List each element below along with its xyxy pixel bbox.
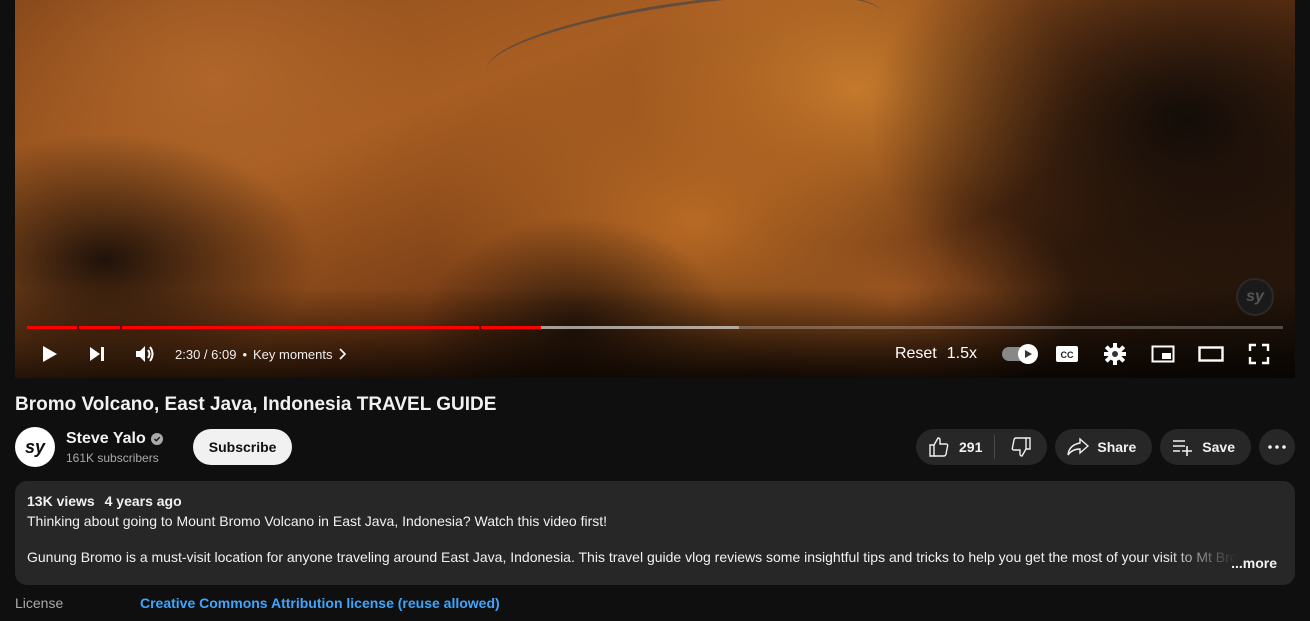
reset-speed-button[interactable]: Reset — [895, 345, 937, 363]
volume-icon — [136, 346, 154, 362]
more-actions-button[interactable] — [1259, 429, 1295, 465]
captions-icon: CC — [1056, 346, 1078, 362]
license-row: License Creative Commons Attribution lic… — [15, 595, 500, 611]
save-button[interactable]: Save — [1160, 429, 1251, 465]
upload-age: 4 years ago — [104, 493, 182, 509]
mute-button[interactable] — [121, 336, 169, 372]
progress-bar[interactable] — [27, 326, 1283, 329]
next-icon — [90, 347, 104, 361]
chapter-marker — [77, 326, 79, 329]
description-line: Gunung Bromo is a must-visit location fo… — [27, 549, 1237, 565]
progress-played — [27, 326, 541, 329]
settings-icon — [1104, 343, 1126, 365]
key-moments-button[interactable]: Key moments — [253, 347, 346, 362]
view-count: 13K views — [27, 493, 95, 509]
channel-info: Steve Yalo 161K subscribers — [66, 430, 163, 465]
theater-mode-button[interactable] — [1187, 336, 1235, 372]
miniplayer-button[interactable] — [1139, 336, 1187, 372]
play-icon — [43, 346, 57, 362]
share-icon — [1067, 437, 1090, 456]
playlist-add-icon — [1173, 440, 1193, 456]
video-player[interactable]: sy 2:30 / 6:09 • Key moments Reset 1.5x … — [15, 0, 1295, 378]
video-actions: 291 Share Save — [916, 429, 1295, 465]
show-more-button[interactable]: ...more — [1231, 555, 1277, 571]
svg-text:CC: CC — [1061, 350, 1074, 360]
miniplayer-icon — [1151, 345, 1175, 363]
like-count: 291 — [959, 439, 983, 455]
time-separator: • — [242, 346, 248, 362]
license-link[interactable]: Creative Commons Attribution license (re… — [140, 595, 500, 611]
like-dislike-group: 291 — [916, 429, 1048, 465]
video-frame-trail — [481, 0, 889, 110]
like-button[interactable]: 291 — [916, 429, 994, 465]
avatar[interactable]: sy — [15, 427, 55, 467]
subscriber-count: 161K subscribers — [66, 450, 159, 465]
play-button[interactable] — [25, 336, 73, 372]
channel-watermark[interactable]: sy — [1236, 278, 1274, 316]
player-controls: 2:30 / 6:09 • Key moments Reset 1.5x CC — [15, 336, 1295, 372]
channel-name-link[interactable]: Steve Yalo — [66, 430, 163, 448]
share-label: Share — [1097, 439, 1137, 455]
chapter-marker — [120, 326, 122, 329]
share-button[interactable]: Share — [1055, 429, 1153, 465]
thumbs-up-icon — [929, 437, 949, 457]
theater-icon — [1198, 346, 1224, 362]
chapter-marker — [479, 326, 481, 329]
chevron-right-icon — [338, 348, 346, 360]
dislike-button[interactable] — [995, 429, 1047, 465]
fullscreen-icon — [1248, 343, 1270, 365]
channel-name: Steve Yalo — [66, 429, 146, 447]
time-display: 2:30 / 6:09 — [175, 346, 237, 362]
video-title: Bromo Volcano, East Java, Indonesia TRAV… — [15, 394, 497, 415]
subscribe-button[interactable]: Subscribe — [192, 429, 293, 465]
description-box[interactable]: 13K views 4 years ago Thinking about goi… — [15, 481, 1295, 585]
fullscreen-button[interactable] — [1235, 336, 1283, 372]
captions-button[interactable]: CC — [1043, 336, 1091, 372]
more-vertical-icon — [1268, 445, 1286, 449]
thumbs-down-icon — [1012, 437, 1032, 457]
verified-icon — [150, 432, 163, 445]
description-line: Thinking about going to Mount Bromo Volc… — [27, 513, 608, 529]
next-button[interactable] — [73, 336, 121, 372]
playback-speed[interactable]: 1.5x — [947, 345, 977, 363]
autoplay-play-icon — [1025, 350, 1032, 358]
key-moments-label: Key moments — [253, 346, 333, 362]
save-label: Save — [1202, 439, 1235, 455]
settings-button[interactable] — [1091, 336, 1139, 372]
description-stats: 13K views 4 years ago — [27, 493, 1283, 509]
video-owner: sy Steve Yalo 161K subscribers Subscribe — [15, 426, 293, 468]
autoplay-toggle[interactable] — [995, 336, 1043, 372]
license-label: License — [15, 595, 64, 611]
